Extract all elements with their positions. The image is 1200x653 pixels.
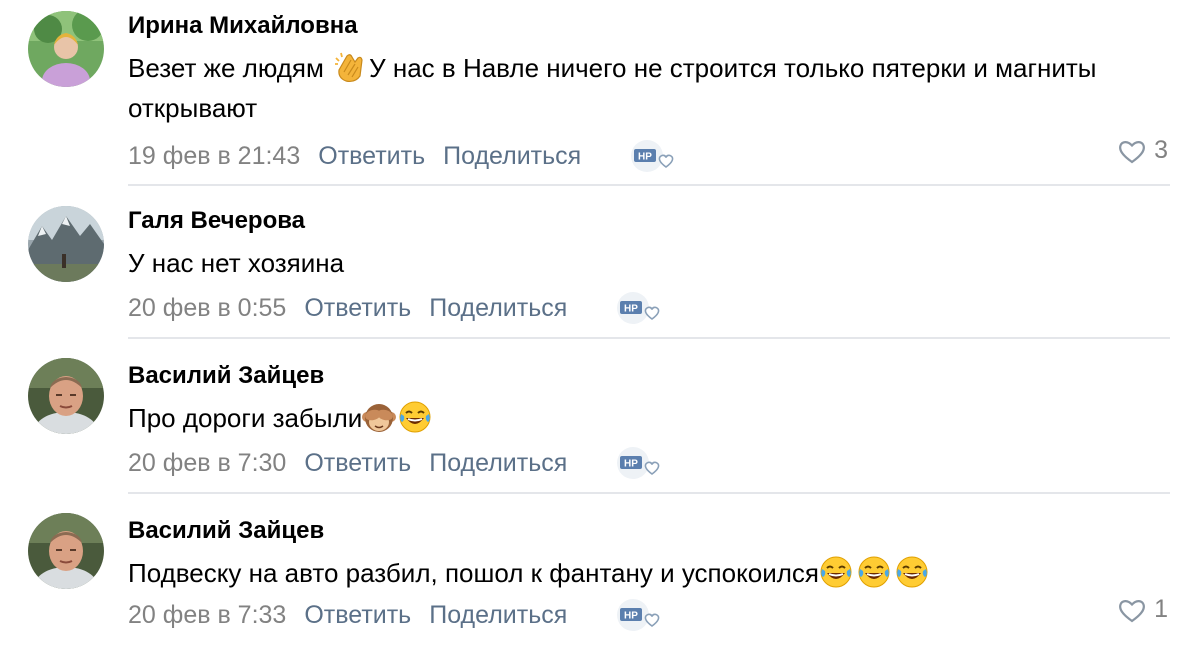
comment-text-part: Про дороги забыли xyxy=(128,403,363,433)
tears-of-joy-emoji xyxy=(398,400,432,434)
nr-badge-heart-icon[interactable]: НР xyxy=(615,443,667,483)
comment: Василий Зайцев Про дороги забыли 20 фев … xyxy=(0,350,1200,495)
reply-button[interactable]: Ответить xyxy=(318,142,425,171)
comment-author[interactable]: Василий Зайцев xyxy=(128,362,324,390)
svg-text:НР: НР xyxy=(624,459,638,470)
share-button[interactable]: Поделиться xyxy=(443,142,581,171)
comment-date[interactable]: 20 фев в 7:30 xyxy=(128,449,286,478)
comment-text-part: Подвеску на авто разбил, пошол к фантану… xyxy=(128,558,819,588)
share-button[interactable]: Поделиться xyxy=(429,294,567,323)
divider xyxy=(128,492,1170,494)
comment-meta: 20 фев в 7:30 Ответить Поделиться НР xyxy=(128,443,667,483)
reply-button[interactable]: Ответить xyxy=(304,449,411,478)
tears-of-joy-emoji xyxy=(857,555,891,589)
like-count: 1 xyxy=(1154,595,1168,623)
like-button[interactable]: 1 xyxy=(1116,595,1168,624)
share-button[interactable]: Поделиться xyxy=(429,449,567,478)
heart-outline-icon xyxy=(1119,599,1146,622)
comment-meta: 19 фев в 21:43 Ответить Поделиться НР xyxy=(128,136,681,176)
avatar-image xyxy=(28,358,104,434)
avatar[interactable] xyxy=(28,206,104,282)
comment-date[interactable]: 20 фев в 0:55 xyxy=(128,294,286,323)
comment-date[interactable]: 19 фев в 21:43 xyxy=(128,142,300,171)
like-button[interactable]: 3 xyxy=(1116,136,1168,165)
comment-text: У нас нет хозяина xyxy=(128,243,1138,283)
comment: Василий Зайцев Подвеску на авто разбил, … xyxy=(0,505,1200,653)
comment-meta: 20 фев в 7:33 Ответить Поделиться НР xyxy=(128,595,667,635)
avatar[interactable] xyxy=(28,11,104,87)
nr-badge-heart-icon[interactable]: НР xyxy=(629,136,681,176)
nr-badge-heart-icon[interactable]: НР xyxy=(615,595,667,635)
heart-outline-icon xyxy=(1119,140,1146,163)
clapping-hands-emoji xyxy=(333,50,367,84)
comment-text-part: У нас нет хозяина xyxy=(128,248,345,278)
like-count: 3 xyxy=(1154,136,1168,164)
avatar-image xyxy=(28,513,104,589)
share-button[interactable]: Поделиться xyxy=(429,601,567,630)
svg-text:НР: НР xyxy=(624,611,638,622)
avatar-image xyxy=(28,206,104,282)
divider xyxy=(128,337,1170,339)
svg-text:НР: НР xyxy=(624,304,638,315)
comment-text: Везет же людям У нас в Навле ничего не с… xyxy=(128,48,1138,128)
tears-of-joy-emoji xyxy=(819,555,853,589)
comment-text: Про дороги забыли xyxy=(128,398,1138,438)
comment-meta: 20 фев в 0:55 Ответить Поделиться НР xyxy=(128,288,667,328)
reply-button[interactable]: Ответить xyxy=(304,294,411,323)
comment-author[interactable]: Галя Вечерова xyxy=(128,207,305,235)
comment-date[interactable]: 20 фев в 7:33 xyxy=(128,601,286,630)
divider xyxy=(128,184,1170,186)
avatar[interactable] xyxy=(28,513,104,589)
comment-author[interactable]: Василий Зайцев xyxy=(128,517,324,545)
see-no-evil-monkey-emoji xyxy=(362,400,397,434)
nr-badge-heart-icon[interactable]: НР xyxy=(615,288,667,328)
avatar[interactable] xyxy=(28,358,104,434)
reply-button[interactable]: Ответить xyxy=(304,601,411,630)
comment-author[interactable]: Ирина Михайловна xyxy=(128,12,358,40)
svg-text:НР: НР xyxy=(638,152,652,163)
comment: Галя Вечерова У нас нет хозяина 20 фев в… xyxy=(0,195,1200,340)
comment-text: Подвеску на авто разбил, пошол к фантану… xyxy=(128,553,1138,593)
comment-text-part: Везет же людям xyxy=(128,53,332,83)
comments-thread: Ирина Михайловна Везет же людям У нас в … xyxy=(0,0,1200,653)
comment: Ирина Михайловна Везет же людям У нас в … xyxy=(0,0,1200,186)
avatar-image xyxy=(28,11,104,87)
tears-of-joy-emoji xyxy=(895,555,929,589)
